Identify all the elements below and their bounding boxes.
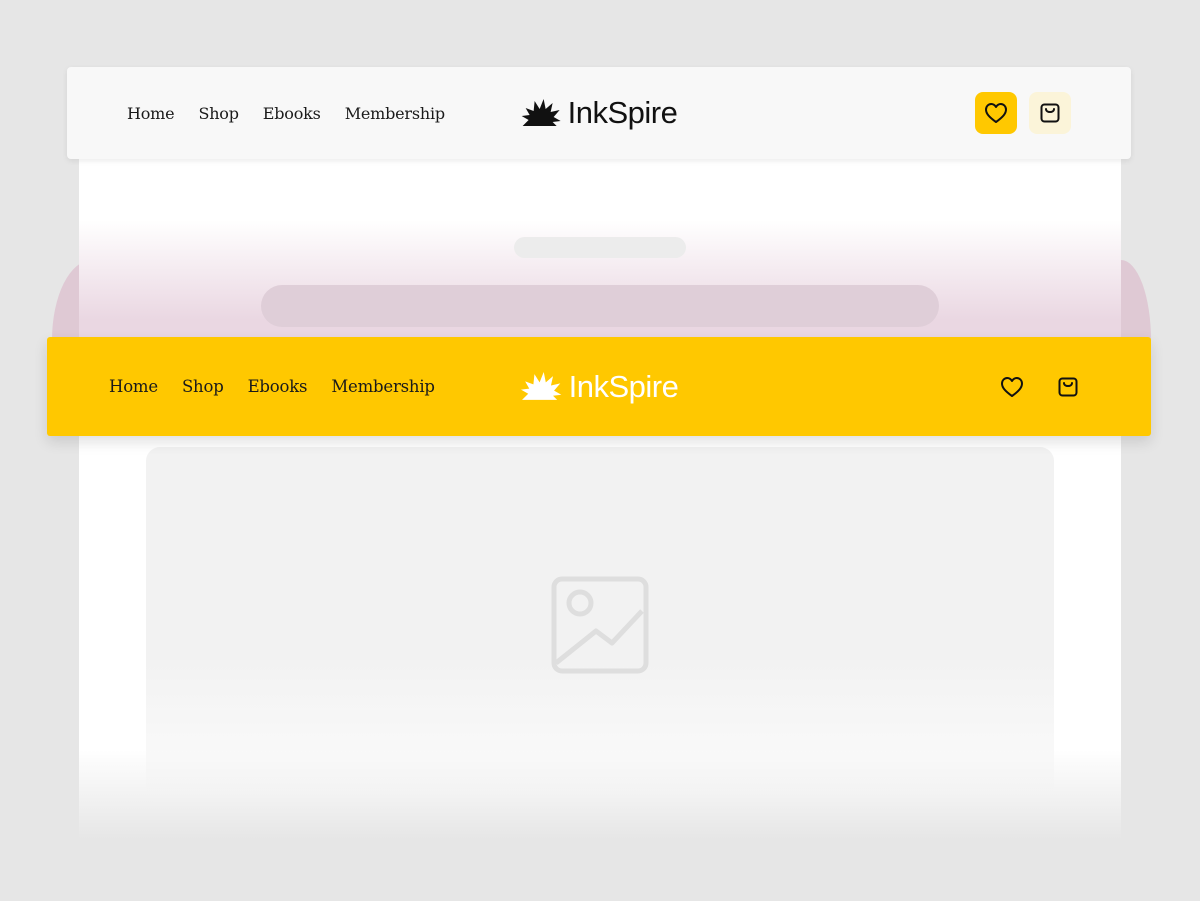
ink-splash-icon [520, 372, 562, 400]
shopping-bag-icon [1058, 377, 1078, 396]
image-placeholder-icon [551, 576, 649, 674]
logo[interactable]: InkSpire [520, 369, 679, 405]
heart-icon [1001, 376, 1023, 397]
cart-button[interactable] [1047, 366, 1089, 408]
sheet-wing-right [1121, 260, 1151, 340]
nav-link-home[interactable]: Home [109, 377, 158, 396]
nav-link-membership[interactable]: Membership [345, 104, 445, 123]
nav-link-ebooks[interactable]: Ebooks [248, 377, 308, 396]
hero-image-placeholder [146, 447, 1054, 803]
skeleton-subtitle [514, 237, 686, 258]
logo-text: InkSpire [567, 95, 678, 130]
wishlist-button[interactable] [975, 92, 1017, 134]
nav-actions [991, 366, 1089, 408]
nav-actions [975, 92, 1071, 134]
nav-link-membership[interactable]: Membership [331, 377, 435, 396]
shopping-bag-icon [1040, 103, 1060, 123]
heart-icon [985, 103, 1007, 123]
nav-link-shop[interactable]: Shop [182, 377, 224, 396]
nav-links: Home Shop Ebooks Membership [109, 377, 459, 396]
nav-link-home[interactable]: Home [127, 104, 175, 123]
logo-text: InkSpire [568, 368, 679, 404]
skeleton-heading [261, 285, 939, 327]
logo[interactable]: InkSpire [521, 95, 678, 131]
navbar-light: Home Shop Ebooks Membership InkSpire [67, 67, 1131, 159]
ink-splash-icon [521, 99, 561, 126]
cart-button[interactable] [1029, 92, 1071, 134]
nav-link-ebooks[interactable]: Ebooks [263, 104, 321, 123]
nav-link-shop[interactable]: Shop [198, 104, 239, 123]
nav-links: Home Shop Ebooks Membership [127, 104, 469, 123]
wishlist-button[interactable] [991, 366, 1033, 408]
navbar-yellow: Home Shop Ebooks Membership InkSpire [47, 337, 1151, 436]
